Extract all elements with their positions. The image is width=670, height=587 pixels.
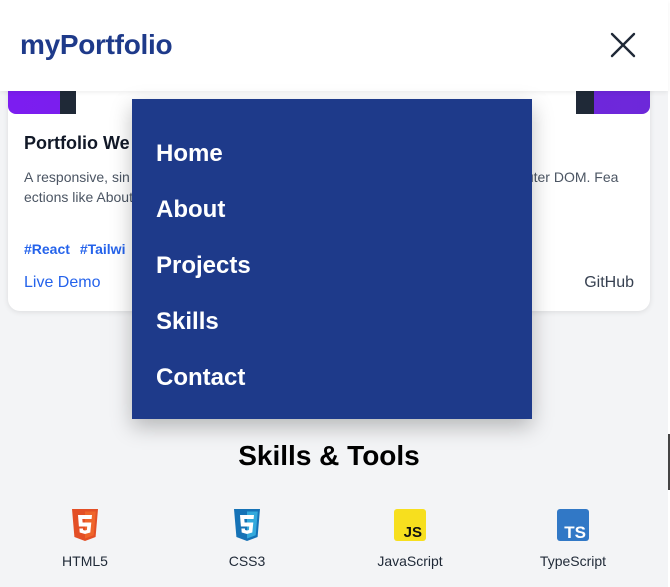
site-logo[interactable]: myPortfolio: [20, 29, 173, 61]
menu-item-projects[interactable]: Projects: [156, 252, 251, 280]
skill-item-javascript: JS JavaScript: [350, 507, 470, 569]
menu-item-contact[interactable]: Contact: [156, 364, 245, 392]
menu-item-home[interactable]: Home: [156, 140, 223, 168]
skill-label: CSS3: [228, 553, 266, 569]
html5-icon: [72, 509, 98, 541]
typescript-icon: TS: [557, 509, 589, 542]
logo-my: my: [20, 29, 60, 60]
skill-label: HTML5: [62, 553, 108, 569]
close-icon: [610, 32, 636, 58]
skill-label: JavaScript: [377, 553, 443, 569]
skills-heading: Skills & Tools: [238, 440, 420, 471]
skill-item-css3: CSS3: [187, 507, 307, 569]
project-title: Portfolio We: [24, 133, 130, 153]
site-header: myPortfolio: [0, 0, 668, 91]
tag: #Tailwi: [79, 241, 126, 257]
skill-item-html5: HTML5: [25, 507, 145, 569]
nav-dropdown-menu: Home About Projects Skills Contact: [132, 99, 532, 419]
svg-text:JS: JS: [404, 524, 422, 541]
logo-portfolio: Portfolio: [59, 29, 173, 60]
menu-item-about[interactable]: About: [156, 196, 225, 224]
project-tags: #React #Tailwi: [24, 241, 131, 257]
skill-item-typescript: TS TypeScript: [513, 507, 633, 569]
svg-text:TS: TS: [564, 523, 586, 542]
tag: #React: [24, 241, 70, 257]
css3-icon: [234, 509, 260, 541]
skill-label: TypeScript: [539, 553, 607, 569]
javascript-icon: JS: [394, 509, 426, 541]
close-menu-button[interactable]: [606, 30, 640, 60]
live-demo-link[interactable]: Live Demo: [24, 274, 100, 292]
menu-item-skills[interactable]: Skills: [156, 308, 219, 336]
github-link[interactable]: GitHub: [584, 274, 634, 292]
